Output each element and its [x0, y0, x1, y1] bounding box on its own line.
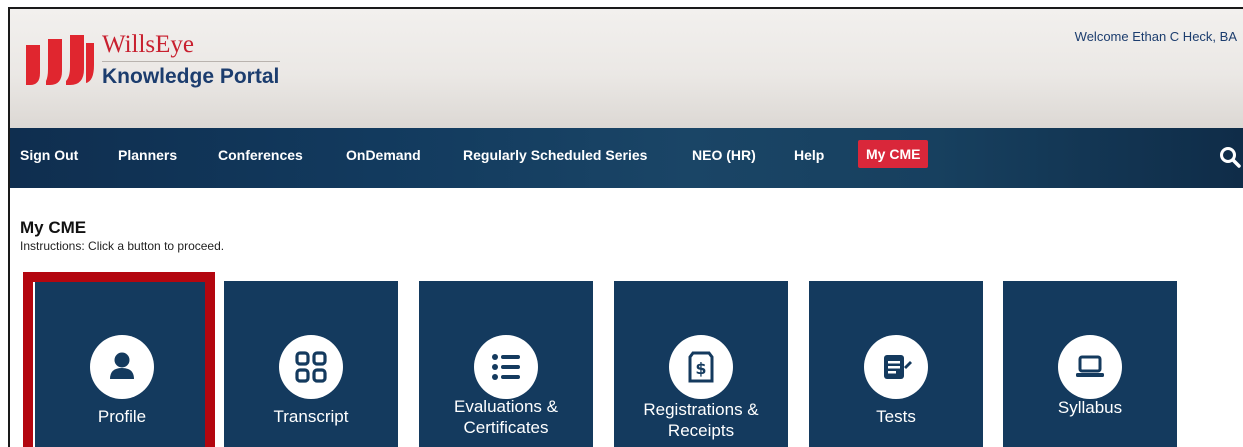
nav-sign-out[interactable]: Sign Out: [20, 147, 78, 163]
tile-label: Syllabus: [1057, 398, 1123, 417]
tile-evaluations-certificates[interactable]: Evaluations & Certificates: [419, 281, 593, 447]
welcome-message: Welcome Ethan C Heck, BA: [1074, 29, 1237, 44]
nav-conferences[interactable]: Conferences: [218, 147, 303, 163]
site-header: WillsEye Knowledge Portal Welcome Ethan …: [10, 9, 1243, 128]
tile-label: Registrations & Receipts: [643, 400, 759, 440]
laptop-icon: [1058, 335, 1122, 399]
nav-regularly-scheduled-series[interactable]: Regularly Scheduled Series: [463, 147, 647, 163]
page-title: My CME: [20, 218, 87, 237]
nav-help[interactable]: Help: [794, 147, 824, 163]
profile-tile-highlight: [23, 272, 215, 447]
brand-subtitle[interactable]: Knowledge Portal: [102, 65, 279, 89]
instructions-text: Instructions: Click a button to proceed.: [20, 239, 225, 253]
brand-divider: [102, 61, 280, 62]
svg-text:$: $: [695, 359, 706, 378]
search-icon[interactable]: [1219, 146, 1241, 168]
tile-transcript[interactable]: Transcript: [224, 281, 398, 447]
nav-planners[interactable]: Planners: [118, 147, 177, 163]
tile-syllabus[interactable]: Syllabus: [1003, 281, 1177, 447]
nav-ondemand[interactable]: OnDemand: [346, 147, 421, 163]
grid-icon: [279, 335, 343, 399]
nav-neo-hr[interactable]: NEO (HR): [692, 147, 756, 163]
main-nav: Sign Out Planners Conferences OnDemand R…: [10, 128, 1243, 188]
tile-label: Evaluations & Certificates: [454, 397, 558, 437]
tile-label: Transcript: [273, 407, 349, 426]
tile-label: Tests: [876, 407, 916, 426]
tile-tests[interactable]: Tests: [809, 281, 983, 447]
nav-my-cme[interactable]: My CME: [858, 140, 929, 168]
list-icon: [474, 335, 538, 399]
willseye-logo-icon[interactable]: [24, 35, 96, 87]
tile-registrations-receipts[interactable]: $ Registrations & Receipts: [614, 281, 788, 447]
document-edit-icon: [864, 335, 928, 399]
receipt-dollar-icon: $: [669, 335, 733, 399]
browser-page: WillsEye Knowledge Portal Welcome Ethan …: [8, 7, 1243, 447]
main-content: My CME Instructions: Click a button to p…: [10, 188, 1243, 447]
brand-name[interactable]: WillsEye: [102, 31, 194, 59]
